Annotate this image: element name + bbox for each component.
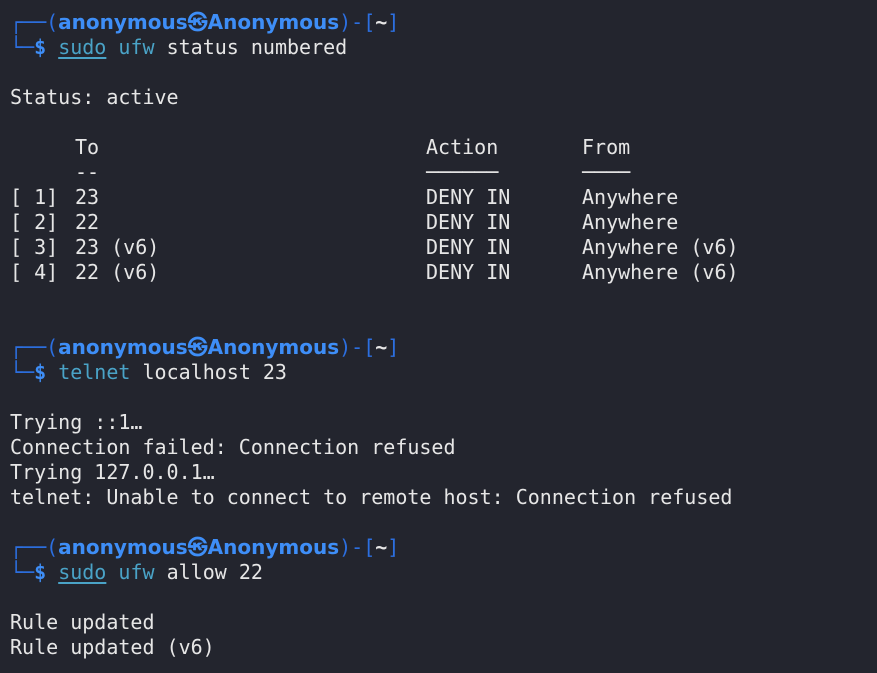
command-program: ufw [118, 35, 155, 59]
rule-action: DENY IN [426, 210, 511, 234]
prompt-corner-top: ┌──( [10, 335, 59, 359]
prompt-dollar: $ [34, 560, 47, 584]
command-line[interactable]: └─$ telnet localhost 23 [10, 360, 877, 385]
prompt-bracket-close: ] [387, 535, 400, 559]
rule-from: Anywhere [582, 210, 679, 234]
skull-icon: ㉿ [187, 535, 208, 559]
rule-from: Anywhere [582, 185, 679, 209]
underline-from: ──── [582, 160, 631, 184]
output-line: Trying 127.0.0.1… [10, 460, 215, 484]
command-program: ufw [118, 560, 155, 584]
rule-to: 22 (v6) [75, 260, 160, 284]
output-line: Connection failed: Connection refused [10, 435, 456, 459]
rule-from: Anywhere (v6) [582, 260, 739, 284]
rule-from: Anywhere (v6) [582, 235, 739, 259]
prompt-corner-top: ┌──( [10, 535, 59, 559]
prompt-path: ~ [375, 535, 388, 559]
underline-to: -- [75, 160, 100, 184]
rule-action: DENY IN [426, 235, 511, 259]
header-action: Action [426, 135, 499, 159]
header-to: To [75, 135, 100, 159]
output-line: Rule updated (v6) [10, 635, 215, 659]
prompt-bracket-close: ] [387, 335, 400, 359]
prompt-dollar: $ [34, 35, 47, 59]
prompt-bracket-close: ] [387, 10, 400, 34]
skull-icon: ㉿ [187, 10, 208, 34]
prompt-user: anonymous [58, 535, 188, 559]
rule-to: 23 (v6) [75, 235, 160, 259]
prompt-line: ┌──(anonymous㉿Anonymous)-[~] [10, 535, 877, 560]
prompt-path: ~ [375, 335, 388, 359]
rule-number: [ 4] [10, 260, 59, 284]
table-header: To Action From [10, 135, 877, 160]
prompt-separator: )-[ [339, 335, 376, 359]
prompt-host: Anonymous [207, 10, 340, 34]
terminal-window[interactable]: ┌──(anonymous㉿Anonymous)-[~] └─$ sudo uf… [10, 10, 877, 660]
prompt-separator: )-[ [339, 10, 376, 34]
output-status: Status: active [10, 85, 179, 109]
prompt-line: ┌──(anonymous㉿Anonymous)-[~] [10, 335, 877, 360]
prompt-host: Anonymous [207, 335, 340, 359]
table-row: [ 1] 23 DENY IN Anywhere [10, 185, 877, 210]
table-row: [ 3] 23 (v6) DENY IN Anywhere (v6) [10, 235, 877, 260]
header-from: From [582, 135, 631, 159]
prompt-corner-bottom: └─ [10, 360, 35, 384]
skull-icon: ㉿ [187, 335, 208, 359]
prompt-user: anonymous [58, 10, 188, 34]
output-line: telnet: Unable to connect to remote host… [10, 485, 733, 509]
rule-action: DENY IN [426, 260, 511, 284]
command-sudo: sudo [58, 560, 107, 584]
command-line[interactable]: └─$ sudo ufw allow 22 [10, 560, 877, 585]
table-underline: -- ────── ──── [10, 160, 877, 185]
underline-action: ────── [426, 160, 499, 184]
command-sudo: sudo [58, 35, 107, 59]
prompt-path: ~ [375, 10, 388, 34]
rule-to: 22 [75, 210, 100, 234]
table-row: [ 4] 22 (v6) DENY IN Anywhere (v6) [10, 260, 877, 285]
prompt-line: ┌──(anonymous㉿Anonymous)-[~] [10, 10, 877, 35]
command-args: localhost 23 [142, 360, 287, 384]
prompt-host: Anonymous [207, 535, 340, 559]
command-args: status numbered [166, 35, 348, 59]
command-line[interactable]: └─$ sudo ufw status numbered [10, 35, 877, 60]
command-args: allow 22 [166, 560, 263, 584]
prompt-dollar: $ [34, 360, 47, 384]
prompt-corner-top: ┌──( [10, 10, 59, 34]
prompt-separator: )-[ [339, 535, 376, 559]
prompt-corner-bottom: └─ [10, 35, 35, 59]
rule-number: [ 3] [10, 235, 59, 259]
output-line: Trying ::1… [10, 410, 143, 434]
prompt-user: anonymous [58, 335, 188, 359]
table-row: [ 2] 22 DENY IN Anywhere [10, 210, 877, 235]
rule-to: 23 [75, 185, 100, 209]
rule-number: [ 1] [10, 185, 59, 209]
prompt-corner-bottom: └─ [10, 560, 35, 584]
output-line: Rule updated [10, 610, 155, 634]
command-program: telnet [58, 360, 131, 384]
rule-action: DENY IN [426, 185, 511, 209]
rule-number: [ 2] [10, 210, 59, 234]
